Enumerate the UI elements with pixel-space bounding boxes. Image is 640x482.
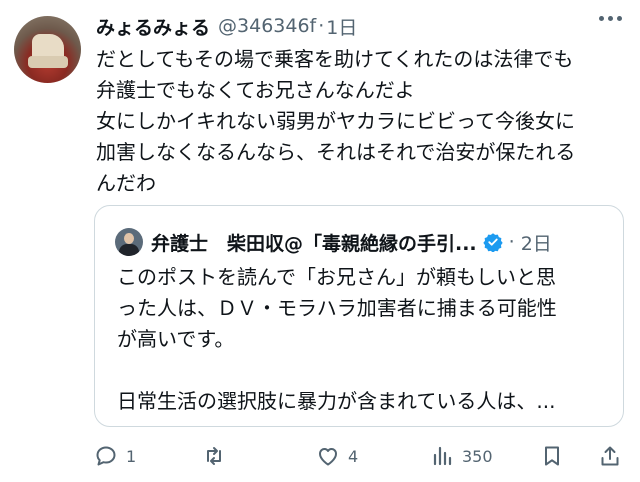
avatar-figure-base: [28, 56, 68, 68]
quoted-post-card[interactable]: 弁護士 柴田収@「毒親絶縁の手引... · 2日 このポストを読んで「お兄さん」…: [94, 205, 624, 427]
quoted-post-body: このポストを読んで「お兄さん」が頼もしいと思 った人は、ＤＶ・モラハラ加害者に捕…: [117, 262, 607, 417]
retweet-button[interactable]: [202, 440, 234, 472]
post-body-line: んだわ: [96, 171, 156, 195]
post-body-line: 弁護士でもなくてお兄さんなんだよ: [96, 78, 415, 102]
verified-badge-icon: [482, 233, 503, 252]
more-dot: [599, 16, 604, 21]
view-count: 350: [462, 446, 493, 466]
post-display-name[interactable]: みょるみょる: [96, 13, 210, 40]
quoted-post-header: 弁護士 柴田収@「毒親絶縁の手引... · 2日: [115, 226, 552, 258]
quoted-post-line: このポストを読んで「お兄さん」が頼もしいと思: [117, 265, 556, 289]
avatar-suit: [119, 244, 139, 256]
post-avatar[interactable]: [14, 16, 81, 83]
post-body: だとしてもその場で乗客を助けてくれたのは法律でも 弁護士でもなくてお兄さんなんだ…: [96, 44, 626, 199]
more-options-icon[interactable]: [599, 16, 622, 21]
bookmark-icon: [545, 446, 559, 466]
avatar-face: [124, 233, 134, 244]
bookmark-button[interactable]: [540, 440, 564, 472]
post-actions-bar: 1 4 350: [94, 440, 624, 472]
more-dot: [617, 16, 622, 21]
like-button[interactable]: 4: [316, 440, 358, 472]
more-dot: [608, 16, 613, 21]
share-button[interactable]: [598, 440, 622, 472]
quoted-post-line: 日常生活の選択肢に暴力が含まれている人は、...: [117, 389, 556, 413]
retweet-icon: [207, 447, 221, 465]
quoted-post-line: [117, 355, 607, 386]
post-header: みょるみょる @346346f · 1日: [96, 12, 357, 40]
reply-count: 1: [126, 446, 137, 466]
post-body-line: 女にしかイキれない弱男がヤカラにビビって今後女に: [96, 109, 575, 133]
like-count: 4: [348, 446, 359, 466]
post-timestamp[interactable]: 1日: [326, 13, 357, 40]
post-time-separator: ·: [318, 15, 325, 37]
post-handle[interactable]: @346346f: [218, 15, 316, 37]
quoted-post-line: った人は、ＤＶ・モラハラ加害者に捕まる可能性: [117, 296, 557, 320]
post-body-line: 加害しなくなるんなら、それはそれで治安が保たれる: [96, 140, 576, 164]
reply-icon: [96, 446, 116, 466]
quoted-post-line: が高いです。: [117, 327, 235, 351]
quoted-post-avatar: [115, 228, 143, 256]
heart-icon: [319, 448, 337, 466]
quoted-post-display-name: 弁護士 柴田収@「毒親絶縁の手引...: [151, 232, 477, 255]
share-icon: [601, 446, 619, 466]
reply-button[interactable]: 1: [94, 440, 136, 472]
views-chart-icon: [433, 446, 452, 466]
views-button[interactable]: 350: [430, 440, 493, 472]
quoted-post-timestamp: 2日: [520, 232, 552, 255]
quoted-post-time-separator: ·: [508, 231, 515, 253]
post-body-line: だとしてもその場で乗客を助けてくれたのは法律でも: [96, 47, 574, 71]
